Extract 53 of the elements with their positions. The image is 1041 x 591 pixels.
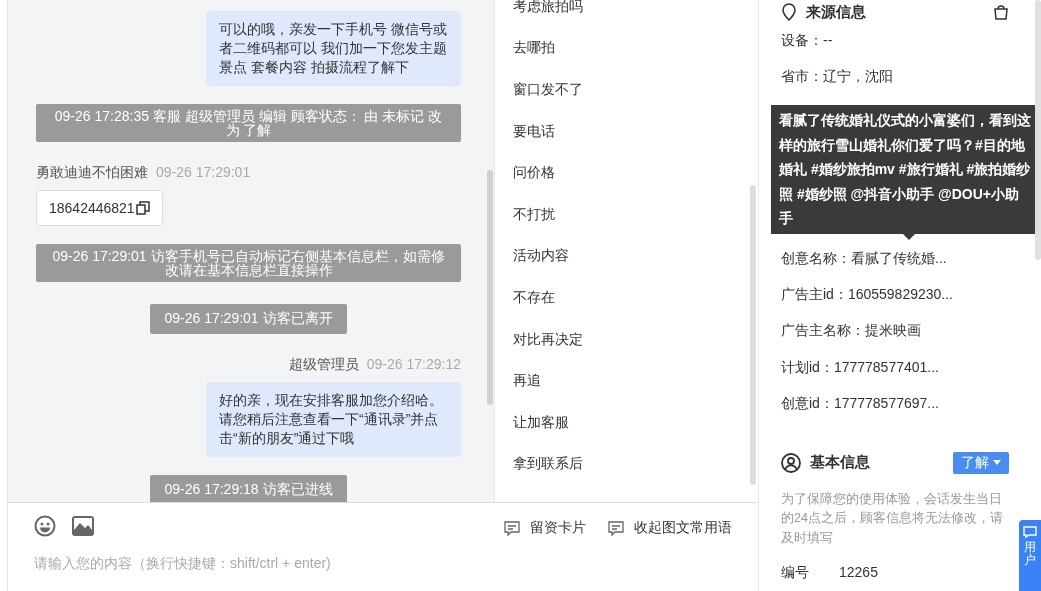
phone-number: 18642446821: [49, 200, 135, 216]
quick-phrase[interactable]: 考虑旅拍吗: [513, 0, 758, 28]
location-pin-icon: [781, 3, 797, 21]
quick-phrase[interactable]: 要电话: [513, 110, 758, 153]
quick-phrase[interactable]: 窗口发不了: [513, 69, 758, 111]
quick-phrase[interactable]: 再追: [513, 360, 758, 402]
info-row-text: 省市：辽宁，沈阳: [781, 67, 894, 87]
copy-icon[interactable]: [135, 201, 150, 215]
info-row-text: 创意id：177778577697...: [781, 393, 940, 413]
message-time: 09-26 17:29:12: [366, 356, 461, 374]
quick-phrase[interactable]: 对比再决定: [513, 318, 758, 361]
message-bubble: 可以的哦，亲发一下手机号 微信号或者二维码都可以 我们加一下您发主题景点 套餐内容 拍摄流程了解下: [206, 11, 461, 86]
field-label: 编号: [781, 564, 809, 583]
section-title: 基本信息: [810, 453, 870, 473]
quick-phrase[interactable]: 拿到联系后: [513, 443, 758, 486]
scrollbar[interactable]: [1035, 0, 1041, 260]
user-panel-button[interactable]: 用户: [1019, 520, 1041, 591]
toolbar-button[interactable]: 留资卡片: [504, 519, 586, 537]
quick-phrase[interactable]: 去哪拍: [513, 27, 758, 70]
bag-icon[interactable]: [993, 4, 1009, 20]
image-icon[interactable]: [72, 516, 94, 536]
info-row-text: 广告主id：160559829230...: [781, 285, 954, 305]
scrollbar[interactable]: [487, 170, 493, 405]
message-icon: [608, 520, 624, 536]
user-circle-icon: [781, 452, 801, 473]
message-time: 09-26 17:29:01: [156, 164, 251, 182]
emoji-icon[interactable]: [34, 515, 56, 537]
info-row-text: 计划id：177778577401...: [781, 357, 940, 377]
scrollbar[interactable]: [750, 185, 756, 485]
section-title: 来源信息: [806, 2, 866, 22]
message-bubble: 好的亲，现在安排客服加您介绍哈。请您稍后注意查看一下“通讯录”并点击“新的朋友”通过下哦: [206, 382, 461, 457]
info-note: 为了保障您的使用体验，会话发生当日的24点之后，顾客信息将无法修改，请及时填写: [781, 490, 1004, 547]
tooltip-arrow-icon: [903, 233, 915, 240]
quick-phrase[interactable]: 不打扰: [513, 193, 758, 236]
system-notice: 09-26 17:29:01 访客手机号已自动标记右侧基本信息栏，如需修改请在基本信息栏直接操作: [36, 244, 461, 282]
system-event: 09-26 17:29:18 访客已进线: [150, 475, 347, 502]
system-notice: 09-26 17:28:35 客服 超级管理员 编辑 顾客状态： 由 未标记 改为 了解: [36, 104, 461, 142]
system-event: 09-26 17:29:01 访客已离开: [150, 304, 347, 334]
sender-name: 勇敢迪迪不怕困难: [36, 164, 148, 182]
info-row-text: 广告主名称：提米映画: [781, 321, 922, 341]
info-row-text: 设备：--: [781, 31, 834, 51]
quick-phrase[interactable]: 让加客服: [513, 401, 758, 444]
sender-name: 超级管理员: [288, 356, 359, 374]
field-value: 12265: [839, 564, 878, 583]
info-row-text: 创意名称：看腻了传统婚...: [781, 248, 948, 268]
quick-phrase[interactable]: 不存在: [513, 277, 758, 319]
chat-icon: [1023, 526, 1037, 538]
message-input[interactable]: 请输入您的内容（换行快捷键：shift/ctrl + enter): [34, 555, 534, 571]
quick-phrase[interactable]: 活动内容: [513, 235, 758, 278]
caret-icon: [993, 460, 1001, 466]
quick-phrase[interactable]: 问价格: [513, 152, 758, 194]
message-icon: [504, 520, 520, 536]
toolbar-button[interactable]: 收起图文常用语: [608, 519, 732, 537]
